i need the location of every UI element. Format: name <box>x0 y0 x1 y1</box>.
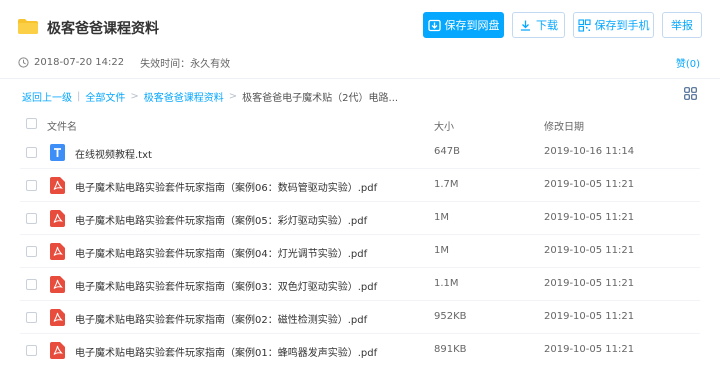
pdf-file-icon <box>50 210 65 227</box>
file-size: 1.1M <box>434 278 459 289</box>
save-to-disk-label: 保存到网盘 <box>444 19 500 32</box>
back-link[interactable]: 返回上一级 <box>22 89 72 104</box>
download-icon <box>521 20 530 31</box>
file-date: 2019-10-05 11:21 <box>544 311 635 322</box>
file-size: 1.7M <box>434 179 459 190</box>
download-button[interactable]: 下载 <box>512 12 565 38</box>
row-checkbox[interactable] <box>26 213 37 224</box>
file-name[interactable]: 在线视频教程.txt <box>75 146 152 161</box>
page-title: 极客爸爸课程资料 <box>47 21 159 37</box>
all-files-link[interactable]: 全部文件 <box>85 89 125 104</box>
file-name[interactable]: 电子魔术贴电路实验套件玩家指南（案例02：磁性检测实验）.pdf <box>75 311 367 326</box>
file-date: 2019-10-05 11:21 <box>544 179 635 190</box>
column-header-size[interactable]: 大小 <box>434 118 454 133</box>
file-date: 2019-10-16 11:14 <box>544 146 635 157</box>
row-checkbox[interactable] <box>26 345 37 356</box>
column-header-date[interactable]: 修改日期 <box>544 118 584 133</box>
breadcrumb-separator: | <box>77 91 81 102</box>
pdf-file-icon <box>50 276 65 293</box>
file-row[interactable]: 电子魔术贴电路实验套件玩家指南（案例01：蜂鸣器发声实验）.pdf 891KB … <box>0 334 720 367</box>
qr-code-icon <box>577 18 591 32</box>
file-row[interactable]: 电子魔术贴电路实验套件玩家指南（案例06：数码管驱动实验）.pdf 1.7M 2… <box>0 169 720 202</box>
clock-icon <box>18 56 29 68</box>
folder-icon <box>18 19 38 34</box>
file-date: 2019-10-05 11:21 <box>544 278 635 289</box>
file-date: 2019-10-05 11:21 <box>544 212 635 223</box>
breadcrumb-separator: > <box>228 91 238 102</box>
share-datetime: 2018-07-20 14:22 <box>34 56 125 68</box>
row-checkbox[interactable] <box>26 246 37 257</box>
share-meta: 2018-07-20 14:22 失效时间：永久有效 <box>18 55 231 70</box>
expire-time: 失效时间：永久有效 <box>140 58 231 70</box>
file-row[interactable]: 电子魔术贴电路实验套件玩家指南（案例05：彩灯驱动实验）.pdf 1M 2019… <box>0 202 720 235</box>
save-to-phone-button[interactable]: 保存到手机 <box>573 12 654 38</box>
breadcrumb-separator: > <box>130 91 139 102</box>
file-row[interactable]: 在线视频教程.txt 647B 2019-10-16 11:14 <box>0 136 720 169</box>
file-size: 1M <box>434 245 449 256</box>
breadcrumb: 返回上一级 | 全部文件 > 极客爸爸课程资料 > 极客爸爸电子魔术贴（2代）电… <box>22 89 398 104</box>
folder-link[interactable]: 极客爸爸课程资料 <box>144 89 224 104</box>
file-size: 1M <box>434 212 449 223</box>
file-name[interactable]: 电子魔术贴电路实验套件玩家指南（案例06：数码管驱动实验）.pdf <box>75 179 377 194</box>
file-table-header: 文件名 大小 修改日期 <box>0 112 720 134</box>
save-disk-icon <box>427 19 441 31</box>
divider <box>0 78 720 79</box>
report-label: 举报 <box>671 19 693 32</box>
file-size: 952KB <box>434 311 467 322</box>
pdf-file-icon <box>50 243 65 260</box>
report-button[interactable]: 举报 <box>662 12 702 38</box>
file-name[interactable]: 电子魔术贴电路实验套件玩家指南（案例03：双色灯驱动实验）.pdf <box>75 278 377 293</box>
file-name[interactable]: 电子魔术贴电路实验套件玩家指南（案例05：彩灯驱动实验）.pdf <box>75 212 367 227</box>
file-name[interactable]: 电子魔术贴电路实验套件玩家指南（案例01：蜂鸣器发声实验）.pdf <box>75 344 377 359</box>
file-size: 891KB <box>434 344 467 355</box>
file-name[interactable]: 电子魔术贴电路实验套件玩家指南（案例04：灯光调节实验）.pdf <box>75 245 367 260</box>
grid-view-icon[interactable] <box>684 87 697 100</box>
row-checkbox[interactable] <box>26 312 37 323</box>
row-checkbox[interactable] <box>26 147 37 158</box>
pdf-file-icon <box>50 342 65 359</box>
file-row[interactable]: 电子魔术贴电路实验套件玩家指南（案例02：磁性检测实验）.pdf 952KB 2… <box>0 301 720 334</box>
pdf-file-icon <box>50 309 65 326</box>
column-header-name[interactable]: 文件名 <box>47 118 77 133</box>
pdf-file-icon <box>50 177 65 194</box>
select-all-checkbox[interactable] <box>26 118 37 129</box>
file-size: 647B <box>434 146 460 157</box>
like-link[interactable]: 赞(0) <box>676 55 700 70</box>
file-date: 2019-10-05 11:21 <box>544 344 635 355</box>
row-checkbox[interactable] <box>26 180 37 191</box>
row-checkbox[interactable] <box>26 279 37 290</box>
file-row[interactable]: 电子魔术贴电路实验套件玩家指南（案例04：灯光调节实验）.pdf 1M 2019… <box>0 235 720 268</box>
save-to-disk-button[interactable]: 保存到网盘 <box>423 12 504 38</box>
txt-file-icon <box>50 144 65 161</box>
current-folder: 极客爸爸电子魔术贴（2代）电路... <box>242 93 399 104</box>
download-label: 下载 <box>536 19 558 32</box>
file-row[interactable]: 电子魔术贴电路实验套件玩家指南（案例03：双色灯驱动实验）.pdf 1.1M 2… <box>0 268 720 301</box>
file-date: 2019-10-05 11:21 <box>544 245 635 256</box>
save-to-phone-label: 保存到手机 <box>594 19 650 32</box>
share-header: 极客爸爸课程资料 保存到网盘 下载 保存到手机 举报 <box>0 0 720 50</box>
